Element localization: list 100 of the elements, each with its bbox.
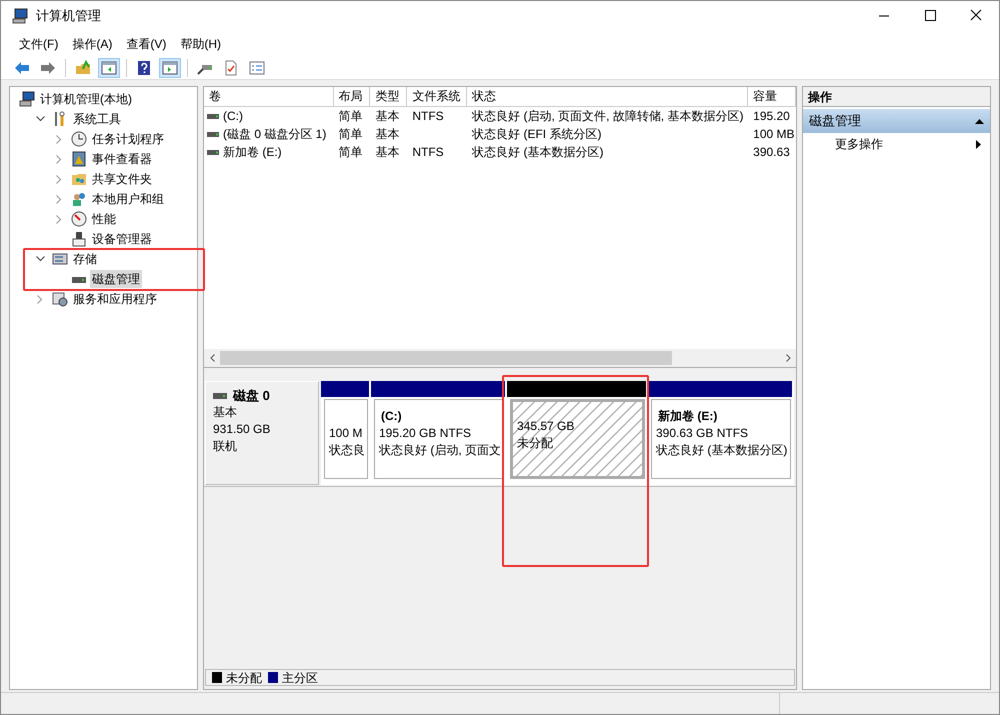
tree-item[interactable]: 系统工具	[71, 110, 123, 128]
scroll-left-icon[interactable]	[210, 354, 214, 362]
menu-item[interactable]: 帮助(H)	[174, 34, 227, 52]
table-cell-text: NTFS	[412, 108, 444, 125]
table-cell-text: (C:)	[223, 108, 243, 125]
partition-status: 未分配	[517, 435, 554, 452]
partition-box[interactable]: 345.57 GB 未分配	[510, 399, 645, 479]
document-icon	[223, 60, 239, 76]
table-cell-text: 100 MB	[753, 126, 795, 143]
menu-item[interactable]: 操作(A)	[66, 34, 118, 52]
partition-box[interactable]: (C:) 195.20 GB NTFS 状态良好 (启动, 页面文	[374, 399, 504, 479]
toolbar-button[interactable]	[98, 58, 120, 78]
tree-item[interactable]: 事件查看器	[90, 150, 154, 168]
back-icon	[14, 60, 30, 76]
tree-item[interactable]: 服务和应用程序	[71, 290, 159, 308]
table-cell-text: 基本	[375, 126, 400, 143]
table-cell-text: (磁盘 0 磁盘分区 1)	[223, 126, 326, 143]
chevron-down-icon[interactable]	[36, 116, 44, 122]
partition-label: (C:)	[380, 408, 403, 425]
table-cell-text: 简单	[338, 126, 363, 143]
chevron-right-icon[interactable]	[37, 294, 43, 304]
action-link[interactable]: 更多操作	[835, 135, 883, 153]
chevron-right-icon[interactable]	[56, 214, 62, 224]
tree-item[interactable]: 本地用户和组	[90, 190, 166, 208]
tree-item[interactable]: 任务计划程序	[90, 130, 166, 148]
scrollbar-thumb[interactable]	[220, 351, 672, 365]
forward-icon	[40, 60, 56, 76]
partition-size: 345.57 GB	[517, 418, 576, 435]
menu-item[interactable]: 文件(F)	[13, 34, 64, 52]
chevron-right-icon[interactable]	[56, 134, 62, 144]
table-cell-text: 状态良好 (EFI 系统分区)	[472, 126, 602, 143]
computer-icon	[12, 8, 28, 24]
tree-item[interactable]: 计算机管理(本地)	[38, 90, 134, 108]
disk-size: 931.50 GB	[213, 421, 272, 438]
table-cell-text: 简单	[338, 108, 363, 125]
legend-label: 主分区	[282, 670, 318, 686]
table-cell-text: 390.63	[753, 144, 790, 161]
partition-status: 状态良	[329, 442, 366, 459]
column-header[interactable]: 容量	[748, 87, 796, 107]
partition-status: 状态良好 (启动, 页面文	[379, 442, 502, 459]
device-icon	[71, 231, 87, 247]
actions-header: 操作	[803, 87, 990, 107]
column-header[interactable]: 卷	[204, 87, 334, 107]
scroll-right-icon[interactable]	[786, 354, 790, 362]
tree-item[interactable]: 存储	[71, 250, 99, 268]
table-cell-text: 状态良好 (启动, 页面文件, 故障转储, 基本数据分区)	[472, 108, 744, 125]
pane-icon	[101, 60, 117, 76]
column-header[interactable]: 状态	[467, 87, 748, 107]
table-cell-text: 基本	[375, 108, 400, 125]
folder-icon	[71, 171, 87, 187]
drive-icon	[207, 114, 219, 118]
column-header[interactable]: 文件系统	[407, 87, 468, 107]
tree-item[interactable]: 设备管理器	[90, 230, 154, 248]
clock-icon	[71, 131, 87, 147]
drive-icon	[207, 132, 219, 136]
disk-name: 磁盘 0	[233, 387, 270, 404]
tree-item[interactable]: 共享文件夹	[90, 170, 154, 188]
disk-status: 联机	[213, 438, 238, 455]
partition-box[interactable]: 新加卷 (E:) 390.63 GB NTFS 状态良好 (基本数据分区)	[651, 399, 791, 479]
partition-box[interactable]: 100 M 状态良	[324, 399, 368, 479]
column-header[interactable]: 布局	[334, 87, 370, 107]
table-cell-text: 状态良好 (基本数据分区)	[472, 144, 604, 161]
table-cell-text: 基本	[375, 144, 400, 161]
table-cell-text: NTFS	[412, 144, 444, 161]
tree-item[interactable]: 性能	[90, 210, 118, 228]
horizontal-scrollbar[interactable]	[204, 349, 796, 367]
toolbar-button[interactable]	[159, 58, 181, 78]
table-cell-text: 195.20	[753, 108, 790, 125]
chevron-right-icon[interactable]	[56, 154, 62, 164]
tree-item[interactable]: 磁盘管理	[90, 270, 142, 288]
partition-size: 100 M	[329, 425, 364, 442]
partition-size: 195.20 GB NTFS	[379, 425, 472, 442]
folder-icon	[75, 60, 91, 76]
submenu-arrow-icon	[976, 140, 981, 148]
chevron-down-icon[interactable]	[36, 256, 44, 262]
drive-icon	[207, 150, 219, 154]
computer-icon	[19, 91, 35, 107]
pane-icon	[162, 60, 178, 76]
section-title: 磁盘管理	[809, 112, 861, 130]
collapse-icon[interactable]	[975, 118, 984, 124]
legend-label: 未分配	[226, 670, 262, 686]
window-title: 计算机管理	[36, 7, 101, 26]
table-cell-text: 简单	[338, 144, 363, 161]
disk-type: 基本	[213, 404, 238, 421]
column-header[interactable]: 类型	[370, 87, 408, 107]
partition-label: 新加卷 (E:)	[657, 408, 718, 425]
list-icon	[249, 60, 265, 76]
menu-item[interactable]: 查看(V)	[120, 34, 172, 52]
log-icon	[71, 151, 87, 167]
users-icon	[71, 191, 87, 207]
services-icon	[52, 291, 68, 307]
storage-icon	[52, 251, 68, 267]
actions-section-header[interactable]: 磁盘管理	[803, 109, 990, 133]
table-cell-text: 新加卷 (E:)	[223, 144, 282, 161]
gauge-icon	[71, 211, 87, 227]
partition-size: 390.63 GB NTFS	[656, 425, 750, 442]
partition-status: 状态良好 (基本数据分区)	[656, 442, 788, 459]
chevron-right-icon[interactable]	[56, 194, 62, 204]
chevron-right-icon[interactable]	[56, 174, 62, 184]
help-icon	[136, 60, 152, 76]
